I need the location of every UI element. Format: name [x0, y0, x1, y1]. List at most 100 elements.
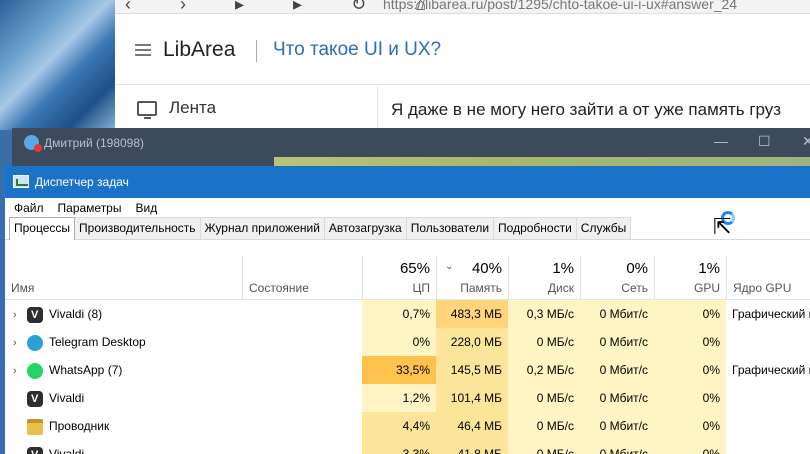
process-name-cell: › WhatsApp (7)	[5, 356, 242, 384]
content-divider	[377, 86, 378, 130]
cell-cpu: 33,5%	[362, 356, 436, 384]
url-text[interactable]: https://libarea.ru/post/1295/chto-takoe-…	[383, 0, 737, 12]
tab-bar: Процессы Производительность Журнал прило…	[5, 217, 810, 240]
address-bar[interactable]: ‹ › ▸ ▸ ↻ ⌂ https://libarea.ru/post/1295…	[115, 0, 810, 14]
column-gpu-engine[interactable]: Ядро GPU	[726, 256, 810, 299]
desktop-background	[0, 0, 115, 130]
telegram-icon	[27, 334, 43, 351]
table-row[interactable]: › Telegram Desktop 0% 228,0 МБ 0 МБ/с 0 Мбит/…	[5, 328, 810, 356]
browser-window: ‹ › ▸ ▸ ↻ ⌂ https://libarea.ru/post/1295…	[115, 0, 810, 130]
close-button[interactable]: ✕	[802, 133, 810, 150]
column-gpu[interactable]: 1% GPU	[654, 256, 726, 299]
process-name-cell: Проводник	[5, 412, 242, 440]
table-row[interactable]: Vivaldi 1,2%101,4 МБ0 МБ/с0 Мбит/с0%	[5, 384, 810, 412]
cell-network: 0 Мбит/с	[580, 328, 654, 356]
tab-users[interactable]: Пользователи	[405, 217, 495, 239]
table-row[interactable]: Vivaldi 3,3%41,8 МБ0 МБ/с0 Мбит/с0%	[5, 440, 810, 454]
cell-disk: 0 МБ/с	[508, 384, 580, 412]
process-name-cell: Vivaldi	[5, 384, 242, 412]
menu-icon[interactable]	[135, 44, 151, 56]
page-title[interactable]: Что такое UI и UX?	[273, 39, 441, 61]
process-name: Vivaldi	[49, 447, 85, 454]
column-memory[interactable]: ⌄ 40% Память	[436, 256, 508, 299]
cell-cpu: 4,4%	[362, 412, 436, 440]
tab-app-history[interactable]: Журнал приложений	[199, 217, 325, 239]
telegram-app-icon	[24, 135, 42, 152]
cell-memory: 145,5 МБ	[436, 356, 508, 384]
monitor-icon	[137, 100, 157, 119]
cell-memory: 101,4 МБ	[436, 384, 508, 412]
cell-network: 0 Мбит/с	[580, 356, 654, 384]
process-name: WhatsApp (7)	[49, 363, 123, 377]
column-network[interactable]: 0% Сеть	[580, 256, 654, 299]
chevron-right-icon[interactable]: ›	[13, 329, 27, 356]
cell-gpu-engine	[726, 412, 810, 440]
table-row[interactable]: › Vivaldi (8) 0,7%483,3 МБ0,3 МБ/с0 Мбит/с…	[5, 300, 810, 328]
column-status[interactable]: Состояние	[242, 256, 362, 299]
minimize-button[interactable]: —	[714, 133, 728, 149]
table-header: Имя Состояние 65% ЦП ⌄ 40% Память 1% Дис…	[5, 256, 810, 300]
cell-network: 0 Мбит/с	[580, 300, 654, 328]
post-text: Я даже в не могу него зайти а от уже пам…	[391, 100, 782, 119]
whatsapp-icon	[27, 362, 43, 379]
cell-memory: 228,0 МБ	[436, 328, 508, 356]
cell-gpu: 0%	[654, 384, 726, 412]
cell-memory: 46,4 МБ	[436, 412, 508, 440]
cell-gpu: 0%	[654, 328, 726, 356]
sidebar-item-label: Лента	[169, 98, 217, 117]
cell-gpu: 0%	[654, 412, 726, 440]
task-manager-titlebar[interactable]: Диспетчер задач	[5, 166, 810, 198]
process-name: Telegram Desktop	[49, 335, 146, 349]
column-name[interactable]: Имя	[5, 256, 242, 299]
cell-cpu: 1,2%	[362, 384, 436, 412]
task-manager-window: Диспетчер задач Файл Параметры Вид Проце…	[4, 166, 810, 454]
cell-cpu: 0%	[362, 328, 436, 356]
cell-disk: 0 МБ/с	[508, 328, 580, 356]
tab-processes[interactable]: Процессы	[9, 217, 76, 240]
cell-disk: 0,2 МБ/с	[508, 356, 580, 384]
cell-gpu-engine	[726, 328, 810, 356]
sort-caret-icon: ⌄	[445, 261, 454, 272]
process-name-cell: Vivaldi	[5, 440, 242, 454]
cell-gpu-engine: Графический п	[732, 307, 810, 321]
cell-network: 0 Мбит/с	[580, 440, 654, 454]
cell-gpu: 0%	[654, 300, 726, 328]
cell-gpu: 0%	[654, 356, 726, 384]
chevron-right-icon[interactable]: ›	[13, 357, 27, 384]
sidebar-item-feed[interactable]: Лента	[137, 98, 217, 119]
maximize-button[interactable]: ☐	[758, 133, 771, 150]
cell-gpu: 0%	[654, 440, 726, 454]
tab-performance[interactable]: Производительность	[74, 217, 201, 239]
tab-startup[interactable]: Автозагрузка	[323, 217, 407, 239]
cell-gpu-engine	[726, 440, 810, 454]
vivaldi-icon	[27, 385, 43, 412]
site-logo[interactable]: LibArea	[163, 38, 235, 62]
menu-options[interactable]: Параметры	[58, 201, 122, 215]
cell-network: 0 Мбит/с	[580, 384, 654, 412]
tab-services[interactable]: Службы	[575, 217, 632, 239]
process-name: Проводник	[49, 419, 110, 433]
table-row[interactable]: Проводник 4,4% 46,4 МБ 0 МБ/с 0 Мбит/с 0%	[5, 412, 810, 440]
process-name: Vivaldi	[49, 391, 85, 405]
column-disk[interactable]: 1% Диск	[508, 256, 580, 299]
process-name-cell: › Vivaldi (8)	[5, 300, 242, 328]
cell-status	[242, 300, 362, 328]
cell-status	[242, 440, 362, 454]
table-row[interactable]: › WhatsApp (7) 33,5% 145,5 МБ 0,2 МБ/с 0 Мбит…	[5, 356, 810, 384]
chevron-right-icon[interactable]: ›	[13, 301, 27, 328]
tab-details[interactable]: Подробности	[493, 217, 577, 239]
menu-bar: Файл Параметры Вид	[5, 198, 810, 218]
cell-gpu-engine	[726, 384, 810, 412]
site-header: LibArea Что такое UI и UX?	[115, 15, 810, 85]
cell-status	[242, 356, 362, 384]
explorer-icon	[27, 418, 43, 435]
telegram-window-title: Дмитрий (198098)	[44, 136, 145, 150]
menu-file[interactable]: Файл	[14, 201, 44, 215]
cell-memory: 41,8 МБ	[436, 440, 508, 454]
column-cpu[interactable]: 65% ЦП	[362, 256, 436, 299]
cell-status	[242, 328, 362, 356]
menu-view[interactable]: Вид	[135, 201, 157, 215]
cell-status	[242, 412, 362, 440]
telegram-titlebar[interactable]: Дмитрий (198098) — ☐ ✕	[12, 128, 810, 157]
cell-cpu: 3,3%	[362, 440, 436, 454]
